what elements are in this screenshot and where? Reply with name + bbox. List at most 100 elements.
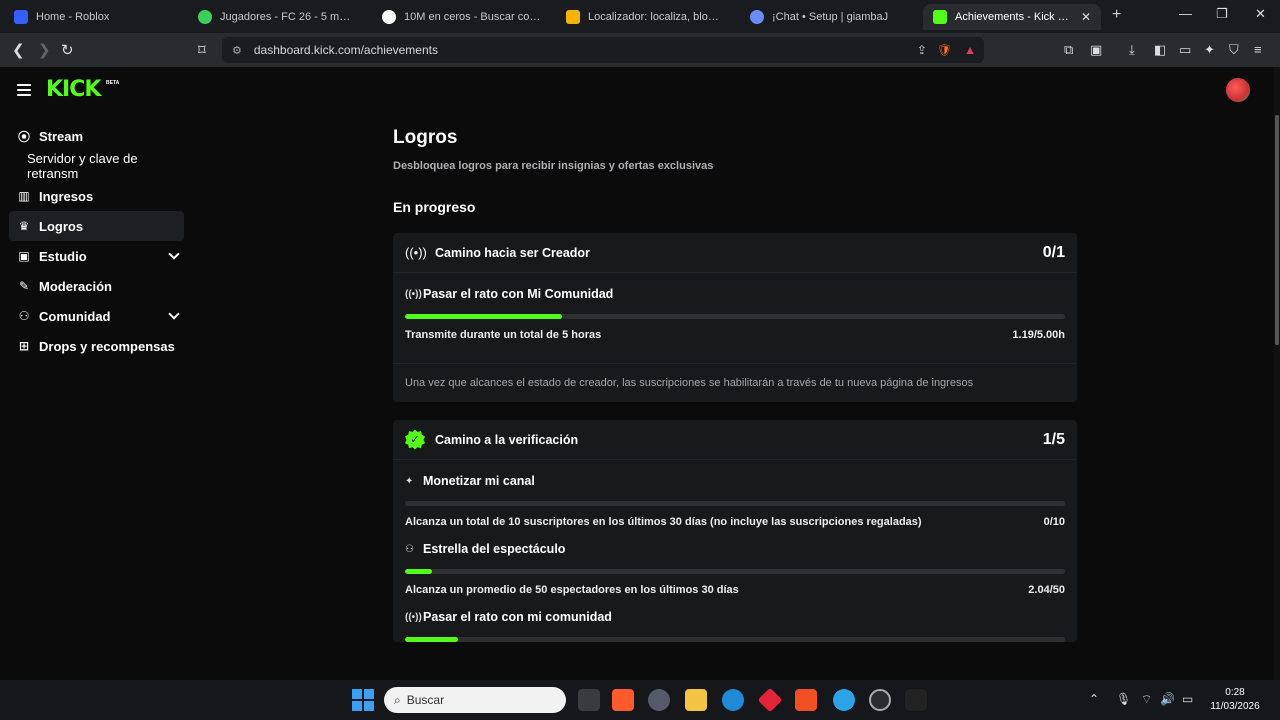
site-info-icon[interactable]: ⚙ — [232, 44, 242, 57]
browser-tab[interactable]: Home - Roblox — [4, 4, 180, 30]
microphone-icon[interactable]: 🎙 — [1116, 692, 1131, 706]
app-taskbar-icon[interactable] — [833, 689, 855, 711]
sidebar-item-stream[interactable]: ⦿ Stream — [9, 121, 184, 151]
browser-tab-active[interactable]: Achievements - Kick Dashb ✕ — [923, 4, 1101, 30]
close-window-icon[interactable]: ✕ — [1255, 6, 1266, 22]
locator-favicon-icon — [566, 10, 580, 24]
browser-tab[interactable]: Jugadores - FC 26 - 5 mar. 2026 — [188, 4, 366, 30]
bookmark-icon[interactable]: ⌑ — [198, 41, 206, 59]
achievement-item: ✦ Monetizar mi canal Alcanza un total de… — [393, 460, 1077, 528]
windows-taskbar: ⌕ Buscar ⌃ 🎙 ⌔ 🔊 ▭ 0:28 11/03/2026 — [0, 680, 1280, 720]
page-title: Logros — [393, 127, 458, 148]
sidebar-item-label: Ingresos — [39, 188, 94, 204]
achievement-item: ⚇ Estrella del espectáculo Alcanza un pr… — [393, 528, 1077, 596]
roblox-favicon-icon — [14, 10, 28, 24]
browser-tab[interactable]: 10M en ceros - Buscar con Goog — [372, 4, 552, 30]
verified-icon: ✓ — [405, 429, 425, 450]
download-icon[interactable]: ⤓ — [1129, 42, 1135, 58]
forward-icon[interactable]: ❯ — [38, 41, 51, 59]
restore-icon[interactable]: ❐ — [1216, 6, 1228, 22]
address-bar[interactable]: ⚙ dashboard.kick.com/achievements ⇪ 🛡 ▲ — [222, 37, 984, 63]
gift-icon: ⊞ — [18, 339, 30, 353]
clock-date: 11/03/2026 — [1210, 701, 1260, 712]
sidebar-item-estudio[interactable]: ▣ Estudio — [9, 241, 184, 271]
kick-logo[interactable]: KICK — [46, 77, 101, 102]
sidebar-item-label: Estudio — [39, 248, 87, 264]
achievement-title: Pasar el rato con mi comunidad — [423, 610, 612, 624]
browser-tab-bar: Home - Roblox Jugadores - FC 26 - 5 mar.… — [0, 0, 1280, 33]
wifi-icon[interactable]: ⌔ — [1141, 692, 1152, 707]
card-count: 1/5 — [1042, 430, 1065, 448]
vpn-icon[interactable]: ⛉ — [1229, 42, 1239, 58]
wallet-icon[interactable]: ▭ — [1179, 42, 1191, 58]
avatar[interactable] — [1226, 78, 1250, 102]
sidebar-item-label: Logros — [39, 218, 84, 234]
browser-tab[interactable]: ¡Chat • Setup | giambaJ — [740, 4, 918, 30]
task-view-icon[interactable] — [578, 689, 600, 711]
broadcast-icon: ((•)) — [405, 611, 422, 623]
windows-start-icon[interactable] — [352, 689, 374, 711]
sidebar-item-comunidad[interactable]: ⚇ Comunidad — [9, 301, 184, 331]
trophy-icon: ♛ — [18, 219, 30, 233]
page-scrollbar[interactable] — [1274, 67, 1280, 680]
tray-chevron-icon[interactable]: ⌃ — [1089, 692, 1099, 706]
screenshot-icon[interactable]: ▣ — [1090, 42, 1102, 58]
steam-taskbar-icon[interactable] — [869, 689, 891, 711]
share-icon[interactable]: ⇪ — [917, 43, 927, 57]
sidebar-item-stream-key[interactable]: Servidor y clave de retransm — [9, 151, 184, 181]
achievement-value: 2.04/50 — [1028, 584, 1065, 596]
settings-taskbar-icon[interactable] — [648, 689, 670, 711]
brave-taskbar-icon[interactable] — [612, 689, 634, 711]
anydesk-taskbar-icon[interactable] — [757, 687, 783, 713]
sidebar-item-logros[interactable]: ♛ Logros — [9, 211, 184, 241]
clock-time: 0:28 — [1225, 687, 1245, 698]
close-tab-icon[interactable]: ✕ — [1073, 10, 1091, 24]
system-clock[interactable]: 0:28 11/03/2026 — [1200, 686, 1270, 714]
minimize-icon[interactable]: — — [1179, 6, 1192, 21]
brave-rewards-icon[interactable]: ▲ — [964, 43, 976, 57]
taskbar-search[interactable]: ⌕ Buscar — [384, 687, 566, 713]
extensions-icon[interactable]: ⧉ — [1064, 42, 1073, 58]
browser-tab[interactable]: Localizador: localiza, bloquea o — [556, 4, 734, 30]
back-icon[interactable]: ❮ — [12, 41, 25, 59]
progress-bar — [405, 569, 1065, 574]
file-explorer-icon[interactable] — [685, 689, 707, 711]
sidebar-item-drops[interactable]: ⊞ Drops y recompensas — [9, 331, 184, 361]
brave-shield-icon[interactable]: 🛡 — [937, 43, 952, 57]
progress-bar — [405, 637, 1065, 642]
volume-icon[interactable]: 🔊 — [1160, 692, 1175, 706]
chevron-down-icon[interactable] — [168, 308, 180, 320]
store-taskbar-icon[interactable] — [795, 689, 817, 711]
achievement-title: Pasar el rato con Mi Comunidad — [423, 287, 614, 301]
sidebar-item-ingresos[interactable]: ▥ Ingresos — [9, 181, 184, 211]
sidebar-icon[interactable]: ◧ — [1154, 42, 1166, 58]
edge-taskbar-icon[interactable] — [722, 689, 744, 711]
sidebar: ⦿ Stream Servidor y clave de retransm ▥ … — [9, 121, 184, 361]
app-taskbar-icon[interactable] — [905, 689, 927, 711]
menu-icon[interactable]: ≡ — [1254, 42, 1262, 57]
battery-icon[interactable]: ▭ — [1182, 692, 1193, 706]
taskbar-search-placeholder: Buscar — [406, 693, 445, 707]
fc-favicon-icon — [198, 10, 212, 24]
leo-ai-icon[interactable]: ✦ — [1204, 42, 1215, 58]
kick-dashboard: KICK BETA ⦿ Stream Servidor y clave de r… — [0, 67, 1280, 680]
chart-icon: ▥ — [18, 189, 30, 203]
achievement-card-creator: ((•)) Camino hacia ser Creador 0/1 ((•))… — [393, 233, 1077, 402]
chevron-down-icon[interactable] — [168, 248, 180, 260]
scrollbar-thumb[interactable] — [1275, 115, 1279, 345]
sidebar-item-label: Servidor y clave de retransm — [27, 151, 138, 181]
progress-fill — [405, 569, 433, 574]
sidebar-item-moderacion[interactable]: ✎ Moderación — [9, 271, 184, 301]
kick-favicon-icon — [933, 10, 947, 24]
hamburger-menu-icon[interactable] — [17, 84, 31, 96]
achievements-main: Logros Desbloquea logros para recibir in… — [393, 127, 1077, 642]
sidebar-item-label: Drops y recompensas — [39, 338, 175, 354]
achievement-title: Estrella del espectáculo — [423, 542, 566, 556]
achievement-description: Alcanza un total de 10 suscriptores en l… — [405, 516, 922, 528]
card-header: ((•)) Camino hacia ser Creador 0/1 — [393, 233, 1077, 273]
browser-toolbar: ❮ ❯ ↻ ⌑ ⚙ dashboard.kick.com/achievement… — [0, 33, 1280, 67]
progress-bar — [405, 501, 1065, 506]
reload-icon[interactable]: ↻ — [61, 41, 74, 59]
chat-favicon-icon — [750, 10, 764, 24]
new-tab-button[interactable]: + — [1112, 6, 1121, 24]
